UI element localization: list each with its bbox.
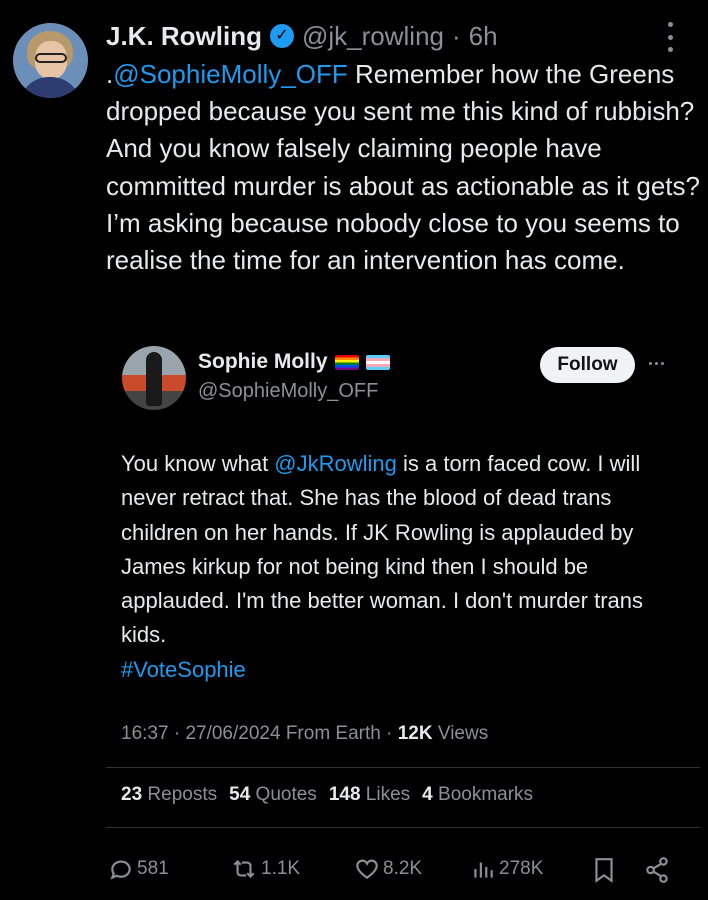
quotes-stat[interactable]: 54 Quotes — [229, 784, 317, 806]
trans-flag-icon — [365, 354, 390, 370]
reposts-stat[interactable]: 23 Reposts — [121, 784, 217, 806]
views-count: 12K — [397, 723, 433, 744]
reposts-label: Reposts — [147, 784, 218, 805]
views-button[interactable]: 278K — [470, 856, 543, 882]
author-name[interactable]: J.K. Rowling — [106, 18, 262, 54]
quotes-count: 54 — [229, 784, 251, 805]
divider — [106, 767, 700, 768]
header-separator: · — [452, 21, 461, 51]
like-button[interactable]: 8.2K — [354, 856, 422, 882]
heart-icon — [356, 859, 378, 879]
bookmarks-count: 4 — [422, 784, 433, 805]
bookmark-button[interactable] — [592, 856, 616, 884]
quoted-text-part2: is a torn faced cow. I will never retrac… — [121, 451, 644, 648]
post-text: .@SophieMolly_OFF Remember how the Green… — [106, 56, 702, 279]
bookmark-icon — [595, 858, 613, 883]
share-icon — [646, 857, 668, 883]
avatar-body — [19, 77, 81, 98]
views-chart-icon — [474, 862, 493, 878]
meta-separator-2: · — [386, 723, 393, 744]
repost-button[interactable]: 1.1K — [230, 856, 300, 882]
reply-count: 581 — [137, 858, 169, 879]
follow-button[interactable]: Follow — [540, 347, 635, 383]
avatar-figure — [146, 352, 162, 406]
post-time[interactable]: 16:37 — [121, 723, 169, 744]
views-label: Views — [437, 723, 489, 744]
divider — [106, 827, 700, 828]
quotes-label: Quotes — [255, 784, 317, 805]
quoted-post-text: You know what @JkRowling is a torn faced… — [121, 447, 681, 687]
post-header: J.K. Rowling ✓ @jk_rowling · 6h — [106, 18, 498, 54]
quoted-text-part1: You know what — [121, 451, 275, 476]
quoted-name-row: Sophie Molly — [198, 350, 390, 374]
reply-icon — [110, 860, 131, 880]
bookmarks-label: Bookmarks — [438, 784, 534, 805]
quoted-mention-link[interactable]: @JkRowling — [274, 451, 397, 476]
meta-separator: · — [173, 723, 181, 744]
action-bar: 581 1.1K 8.2K 278K — [0, 856, 708, 890]
share-button[interactable] — [644, 856, 670, 884]
views-count-action: 278K — [499, 858, 544, 879]
avatar-glasses — [35, 53, 67, 63]
repost-icon — [233, 859, 255, 879]
post-mention-link[interactable]: @SophieMolly_OFF — [113, 59, 347, 89]
post-text-body: Remember how the Greens dropped because … — [106, 59, 700, 276]
likes-stat[interactable]: 148 Likes — [329, 784, 410, 806]
engagement-stats: 23 Reposts 54 Quotes 148 Likes 4 Bookmar… — [121, 784, 533, 806]
post-age[interactable]: 6h — [469, 18, 498, 54]
reply-button[interactable]: 581 — [108, 856, 169, 882]
post-source: From Earth — [285, 723, 381, 744]
likes-label: Likes — [365, 784, 411, 805]
author-avatar[interactable] — [13, 23, 88, 98]
reposts-count: 23 — [121, 784, 143, 805]
post-date[interactable]: 27/06/2024 — [185, 723, 280, 744]
post-detail: J.K. Rowling ✓ @jk_rowling · 6h .@Sophie… — [0, 0, 708, 900]
quoted-author-handle[interactable]: @SophieMolly_OFF — [198, 380, 378, 403]
repost-count: 1.1K — [261, 858, 301, 879]
likes-count: 148 — [328, 784, 361, 805]
more-horizontal-icon[interactable] — [649, 362, 664, 365]
verified-badge-icon: ✓ — [270, 24, 294, 48]
quoted-author-avatar[interactable] — [122, 346, 186, 410]
like-count: 8.2K — [383, 858, 423, 879]
rainbow-flag-icon — [334, 354, 359, 370]
post-meta: 16:37 · 27/06/2024 From Earth · 12K View… — [121, 723, 488, 745]
quoted-author-name[interactable]: Sophie Molly — [198, 350, 328, 374]
bookmarks-stat[interactable]: 4 Bookmarks — [422, 784, 533, 806]
more-vertical-icon[interactable] — [660, 22, 680, 52]
hashtag-link[interactable]: #VoteSophie — [121, 657, 246, 682]
author-handle[interactable]: @jk_rowling — [302, 18, 444, 54]
